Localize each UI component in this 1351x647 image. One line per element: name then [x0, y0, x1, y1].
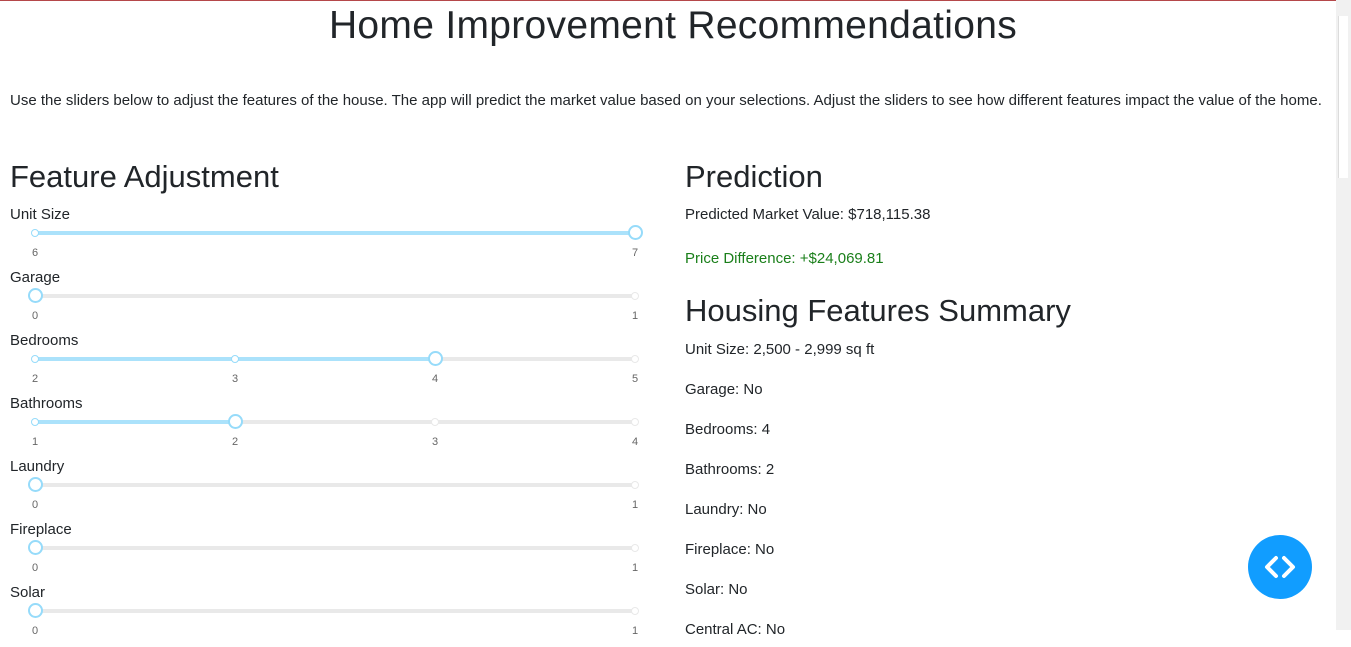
slider-rail[interactable]	[35, 294, 635, 298]
window-top-border	[0, 0, 1351, 1]
slider-bedrooms[interactable]: Bedrooms 2 3 4 5	[10, 332, 650, 395]
intro-text: Use the sliders below to adjust the feat…	[10, 92, 1322, 109]
slider-handle[interactable]	[228, 414, 243, 429]
slider-step-dot	[631, 355, 639, 363]
slider-mark-label: 7	[631, 247, 639, 259]
slider-mark-label: 6	[31, 247, 39, 259]
predicted-market-value: Predicted Market Value: $718,115.38	[685, 206, 931, 223]
slider-mark-label: 3	[231, 373, 239, 385]
slider-rail[interactable]	[35, 483, 635, 487]
slider-step-dot	[231, 355, 239, 363]
slider-handle[interactable]	[28, 288, 43, 303]
summary-item: Garage: No	[685, 381, 763, 398]
slider-label: Fireplace	[10, 521, 72, 538]
feature-adjustment-heading: Feature Adjustment	[10, 159, 279, 194]
slider-track-fill	[35, 420, 235, 424]
slider-step-dot	[31, 229, 39, 237]
price-difference: Price Difference: +$24,069.81	[685, 250, 884, 267]
summary-item: Fireplace: No	[685, 541, 775, 558]
slider-mark-label: 0	[31, 499, 39, 511]
prediction-heading: Prediction	[685, 159, 823, 194]
summary-item: Laundry: No	[685, 501, 767, 518]
slider-handle[interactable]	[428, 351, 443, 366]
summary-item: Bathrooms: 2	[685, 461, 775, 478]
slider-step-dot	[31, 418, 39, 426]
slider-step-dot	[431, 418, 439, 426]
slider-unit-size[interactable]: Unit Size 6 7	[10, 206, 650, 269]
slider-step-dot	[631, 292, 639, 300]
slider-mark-label: 0	[31, 310, 39, 322]
slider-fireplace[interactable]: Fireplace 0 1	[10, 521, 650, 584]
scrollbar-thumb[interactable]	[1338, 16, 1348, 178]
summary-item: Unit Size: 2,500 - 2,999 sq ft	[685, 341, 875, 358]
summary-item: Bedrooms: 4	[685, 421, 771, 438]
slider-label: Laundry	[10, 458, 65, 475]
slider-label: Solar	[10, 584, 46, 601]
slider-handle[interactable]	[28, 603, 43, 618]
slider-handle[interactable]	[28, 477, 43, 492]
slider-mark-label: 0	[31, 625, 39, 637]
slider-label: Bathrooms	[10, 395, 83, 412]
debug-toggle-button[interactable]	[1248, 535, 1312, 599]
slider-handle[interactable]	[628, 225, 643, 240]
slider-mark-label: 4	[431, 373, 439, 385]
slider-label: Garage	[10, 269, 61, 286]
page-title: Home Improvement Recommendations	[328, 4, 1018, 47]
slider-mark-label: 1	[631, 562, 639, 574]
slider-bathrooms[interactable]: Bathrooms 1 2 3 4	[10, 395, 650, 458]
slider-label: Unit Size	[10, 206, 71, 223]
slider-mark-label: 2	[231, 436, 239, 448]
slider-track-fill	[35, 231, 635, 235]
slider-step-dot	[631, 544, 639, 552]
page-scrollbar[interactable]	[1336, 0, 1351, 630]
slider-step-dot	[631, 481, 639, 489]
slider-step-dot	[631, 418, 639, 426]
slider-mark-label: 1	[631, 310, 639, 322]
slider-solar[interactable]: Solar 0 1	[10, 584, 650, 647]
slider-mark-label: 3	[431, 436, 439, 448]
slider-handle[interactable]	[28, 540, 43, 555]
slider-mark-label: 4	[631, 436, 639, 448]
summary-heading: Housing Features Summary	[685, 293, 1071, 328]
slider-garage[interactable]: Garage 0 1	[10, 269, 650, 332]
summary-item: Solar: No	[685, 581, 748, 598]
slider-step-dot	[31, 355, 39, 363]
slider-rail[interactable]	[35, 609, 635, 613]
slider-laundry[interactable]: Laundry 0 1	[10, 458, 650, 521]
slider-mark-label: 1	[31, 436, 39, 448]
code-brackets-icon	[1265, 556, 1295, 578]
slider-mark-label: 1	[631, 625, 639, 637]
slider-mark-label: 2	[31, 373, 39, 385]
slider-mark-label: 0	[31, 562, 39, 574]
slider-mark-label: 1	[631, 499, 639, 511]
slider-step-dot	[631, 607, 639, 615]
slider-label: Bedrooms	[10, 332, 79, 349]
slider-rail[interactable]	[35, 546, 635, 550]
slider-mark-label: 5	[631, 373, 639, 385]
